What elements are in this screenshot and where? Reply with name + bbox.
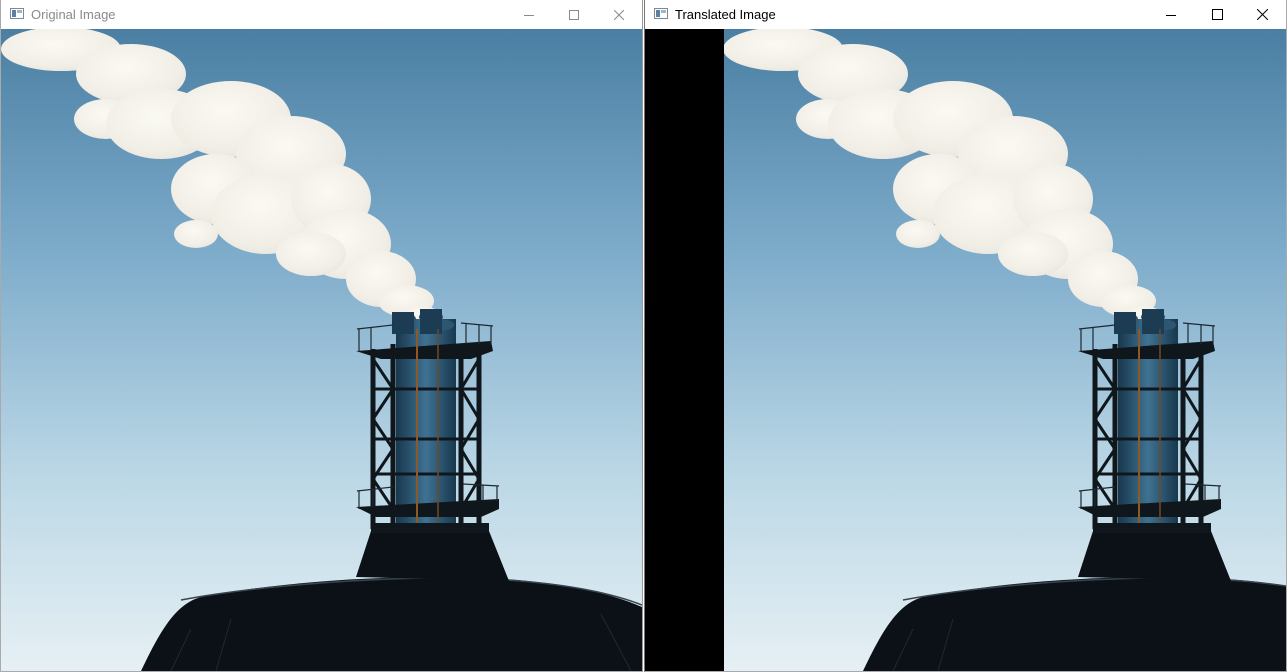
maximize-icon [569,9,579,20]
window-title: Original Image [31,7,116,22]
close-button[interactable] [1239,0,1285,29]
image-canvas [645,29,1286,671]
title-bar[interactable]: Original Image [1,0,642,29]
window-title: Translated Image [675,7,776,22]
minimize-icon [1166,14,1176,16]
title-bar[interactable]: Translated Image [645,0,1286,29]
maximize-button[interactable] [1194,0,1240,29]
maximize-icon [1211,9,1223,20]
translated-image-window[interactable]: Translated Image [644,0,1287,672]
close-icon [614,9,624,20]
close-button[interactable] [596,0,642,29]
maximize-button[interactable] [551,0,597,29]
minimize-button[interactable] [506,0,552,29]
translation-fill-band [645,29,724,671]
image-canvas [1,29,642,671]
original-photo [1,29,642,671]
minimize-icon [524,14,534,16]
app-window-icon [10,8,24,19]
app-window-icon [654,8,668,19]
translated-photo [645,29,1286,671]
close-icon [1256,9,1268,20]
minimize-button[interactable] [1148,0,1194,29]
original-image-window[interactable]: Original Image [0,0,643,672]
